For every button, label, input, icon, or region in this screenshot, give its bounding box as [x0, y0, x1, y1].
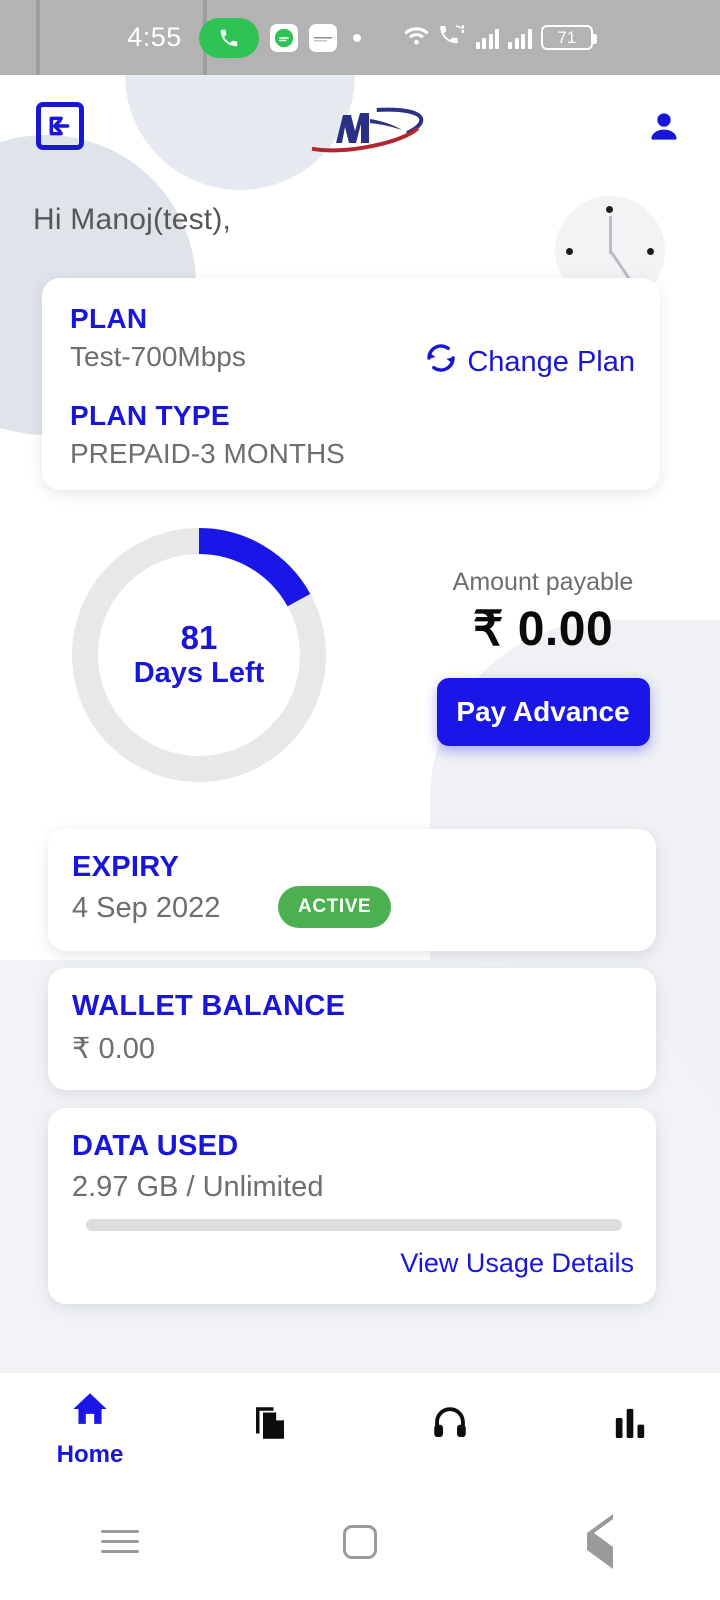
- plan-label: PLAN: [70, 303, 148, 334]
- amount-payable-value: ₹ 0.00: [472, 603, 614, 656]
- vowifi-call-icon: [439, 23, 467, 52]
- wallet-label: WALLET BALANCE: [72, 990, 346, 1022]
- bottom-navigation: Home: [0, 1372, 720, 1483]
- phone-call-icon: [198, 17, 259, 58]
- amount-payable-label: Amount payable: [452, 568, 634, 596]
- payment-block: Amount payable ₹ 0.00 Pay Advance: [393, 568, 693, 746]
- data-used-value: 2.97 GB / Unlimited: [72, 1171, 324, 1203]
- hamburger-icon: [101, 1530, 139, 1553]
- back-button[interactable]: [36, 102, 84, 150]
- change-plan-button[interactable]: Change Plan: [424, 341, 635, 383]
- data-used-label: DATA USED: [72, 1130, 239, 1162]
- background-decoration: [0, 0, 720, 1600]
- notification-dot-icon: [352, 33, 361, 42]
- screen-edge-line-left: [36, 0, 40, 75]
- expiry-label: EXPIRY: [72, 851, 180, 883]
- nav-item-documents[interactable]: [180, 1373, 360, 1483]
- plan-card: PLAN Test-700Mbps PLAN TYPE PREPAID-3 MO…: [42, 278, 660, 490]
- status-badge: ACTIVE: [278, 886, 392, 928]
- signal-bars-sim2-icon: [508, 27, 532, 49]
- days-left-ring: 81 Days Left: [68, 524, 330, 786]
- view-usage-details-link[interactable]: View Usage Details: [400, 1248, 634, 1279]
- bar-chart-icon: [610, 1403, 650, 1448]
- days-left-count: 81: [180, 619, 218, 657]
- data-used-card: DATA USED 2.97 GB / Unlimited View Usage…: [48, 1108, 656, 1304]
- data-usage-progress-bar: [86, 1219, 622, 1231]
- square-icon: [343, 1524, 377, 1559]
- headset-icon: [429, 1402, 471, 1449]
- wallet-balance-card: WALLET BALANCE ₹ 0.00: [48, 968, 656, 1090]
- wallet-value: ₹ 0.00: [72, 1033, 155, 1065]
- refresh-icon: [424, 341, 458, 383]
- app-notification-icon: [308, 23, 337, 52]
- home-icon: [69, 1388, 111, 1435]
- status-bar: 4:55 71: [0, 0, 720, 75]
- profile-button[interactable]: [638, 102, 690, 154]
- whatsapp-icon: [269, 23, 298, 52]
- status-bar-time: 4:55: [127, 22, 182, 52]
- android-back-button[interactable]: [540, 1512, 660, 1572]
- app-logo: [290, 97, 430, 157]
- android-home-button[interactable]: [300, 1512, 420, 1572]
- wifi-icon: [403, 24, 430, 51]
- nav-item-support[interactable]: [360, 1373, 540, 1483]
- plan-type-label: PLAN TYPE: [70, 400, 230, 431]
- greeting-text: Hi Manoj(test),: [33, 203, 232, 236]
- nav-item-usage[interactable]: [540, 1373, 720, 1483]
- signal-bars-sim1-icon: [475, 27, 500, 49]
- expiry-card: EXPIRY 4 Sep 2022 ACTIVE: [48, 829, 656, 951]
- app-header: [0, 75, 720, 180]
- plan-type-value: PREPAID-3 MONTHS: [70, 438, 345, 469]
- battery-icon: 71: [540, 25, 597, 50]
- battery-percent-label: 71: [557, 28, 577, 47]
- change-plan-label: Change Plan: [467, 345, 635, 378]
- days-left-label: Days Left: [133, 657, 265, 690]
- android-recents-button[interactable]: [60, 1512, 180, 1572]
- pay-advance-button[interactable]: Pay Advance: [436, 678, 650, 746]
- android-navigation-bar: [0, 1483, 720, 1600]
- plan-value: Test-700Mbps: [70, 341, 246, 372]
- nav-item-home[interactable]: Home: [0, 1373, 180, 1483]
- expiry-value: 4 Sep 2022: [72, 892, 221, 924]
- nav-item-home-label: Home: [56, 1440, 124, 1468]
- documents-icon: [249, 1402, 291, 1449]
- triangle-back-icon: [587, 1513, 613, 1569]
